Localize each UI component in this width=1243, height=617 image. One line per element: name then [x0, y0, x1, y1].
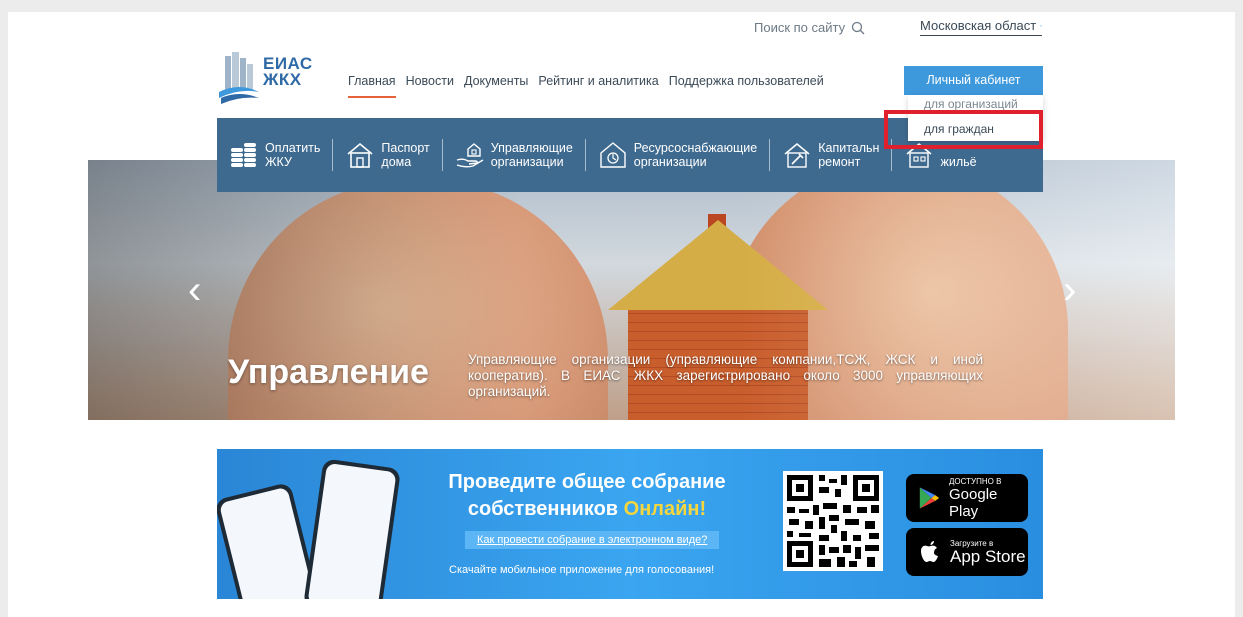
category-passport-label: Паспорт дома	[381, 141, 429, 169]
category-resource[interactable]: Ресурсоснабжающие организации	[584, 139, 769, 171]
nav-support[interactable]: Поддержка пользователей	[669, 74, 824, 98]
phone-screen-front	[307, 462, 397, 599]
google-play-icon	[919, 487, 940, 509]
main-nav: Главная Новости Документы Рейтинг и анал…	[348, 74, 824, 98]
category-pay-line2: ЖКУ	[265, 155, 292, 169]
category-passport-line2: дома	[381, 155, 412, 169]
search-icon	[851, 21, 865, 34]
google-play-big-label: Google Play	[949, 485, 998, 520]
banner-title-line2: собственников Онлайн!	[417, 496, 757, 523]
category-resource-line2: организации	[633, 155, 707, 169]
highlight-box	[884, 110, 1043, 149]
resource-icon	[598, 140, 628, 170]
category-resource-line1: Ресурсоснабжающие	[633, 141, 758, 155]
category-pay[interactable]: Оплатить ЖКУ	[217, 139, 332, 171]
category-passport-line1: Паспорт	[381, 141, 430, 155]
category-resource-label: Ресурсоснабжающие организации	[634, 141, 757, 169]
category-repair-line1: Капитальн	[818, 141, 880, 155]
banner-title-online: Онлайн!	[623, 498, 707, 520]
hero-description: Управляющие организации (управляющие ком…	[468, 352, 983, 399]
hero-slider: ‹ › Управление Управляющие организации (…	[88, 160, 1175, 420]
banner-title: Проведите общее собрание собственников О…	[417, 469, 757, 523]
category-management-line2: организации	[490, 155, 564, 169]
app-store-button[interactable]: Загрузите в App Store	[906, 528, 1028, 576]
slider-next-arrow[interactable]: ›	[1063, 270, 1076, 310]
category-passport[interactable]: Паспорт дома	[332, 139, 441, 171]
app-store-big-label: App Store	[950, 547, 1026, 566]
google-play-text: ДОСТУПНО В Google Play	[949, 477, 1028, 520]
slider-prev-arrow[interactable]: ‹	[188, 270, 201, 310]
hand-house-icon	[455, 140, 485, 170]
category-repair-line2: ремонт	[818, 155, 861, 169]
logo-building-icon	[219, 52, 259, 104]
logo-line-2: ЖКХ	[263, 70, 302, 89]
app-store-text: Загрузите в App Store	[950, 539, 1026, 565]
house-icon	[345, 140, 375, 170]
google-play-small-label: ДОСТУПНО В	[949, 476, 1002, 486]
category-management-label: Управляющие организации	[491, 141, 573, 169]
repair-icon	[782, 140, 812, 170]
site-logo[interactable]: ЕИАС ЖКХ	[217, 52, 313, 108]
category-pay-line1: Оплатить	[265, 141, 321, 155]
category-management-line1: Управляющие	[490, 141, 573, 155]
page: Поиск по сайту Московская област ЕИАС ЖК…	[8, 12, 1235, 617]
nav-rating[interactable]: Рейтинг и аналитика	[538, 74, 658, 98]
hero-title: Управление	[228, 353, 429, 391]
personal-cabinet-button[interactable]: Личный кабинет	[904, 66, 1043, 95]
apple-icon	[921, 541, 938, 562]
logo-text: ЕИАС ЖКХ	[263, 55, 313, 89]
region-selector[interactable]: Московская област	[920, 18, 1042, 36]
banner-title-line1: Проведите общее собрание	[448, 471, 726, 493]
category-housing-line2: жильё	[940, 155, 977, 169]
category-pay-label: Оплатить ЖКУ	[265, 141, 320, 169]
site-search-link[interactable]: Поиск по сайту	[754, 20, 865, 35]
nav-news[interactable]: Новости	[406, 74, 454, 98]
coins-icon	[229, 140, 259, 170]
category-repair[interactable]: Капитальн ремонт	[769, 139, 891, 171]
region-label: Московская област	[920, 18, 1037, 33]
qr-code-icon[interactable]	[783, 471, 883, 571]
banner-subtitle: Скачайте мобильное приложение для голосо…	[449, 564, 715, 576]
online-meeting-banner: Проведите общее собрание собственников О…	[217, 449, 1043, 599]
phone-image-front	[302, 458, 402, 599]
cabinet-option-organizations[interactable]: для организаций	[924, 97, 1018, 111]
nav-documents[interactable]: Документы	[464, 74, 528, 98]
location-pin-icon	[1040, 24, 1042, 27]
google-play-button[interactable]: ДОСТУПНО В Google Play	[906, 474, 1028, 522]
top-bar: Поиск по сайту Московская област	[8, 12, 1235, 44]
banner-title-owners: собственников	[467, 498, 624, 520]
category-repair-label: Капитальн ремонт	[818, 141, 879, 169]
nav-home[interactable]: Главная	[348, 74, 396, 98]
search-label: Поиск по сайту	[754, 20, 846, 35]
category-management[interactable]: Управляющие организации	[441, 139, 585, 171]
how-to-meeting-link[interactable]: Как провести собрание в электронном виде…	[465, 531, 720, 549]
